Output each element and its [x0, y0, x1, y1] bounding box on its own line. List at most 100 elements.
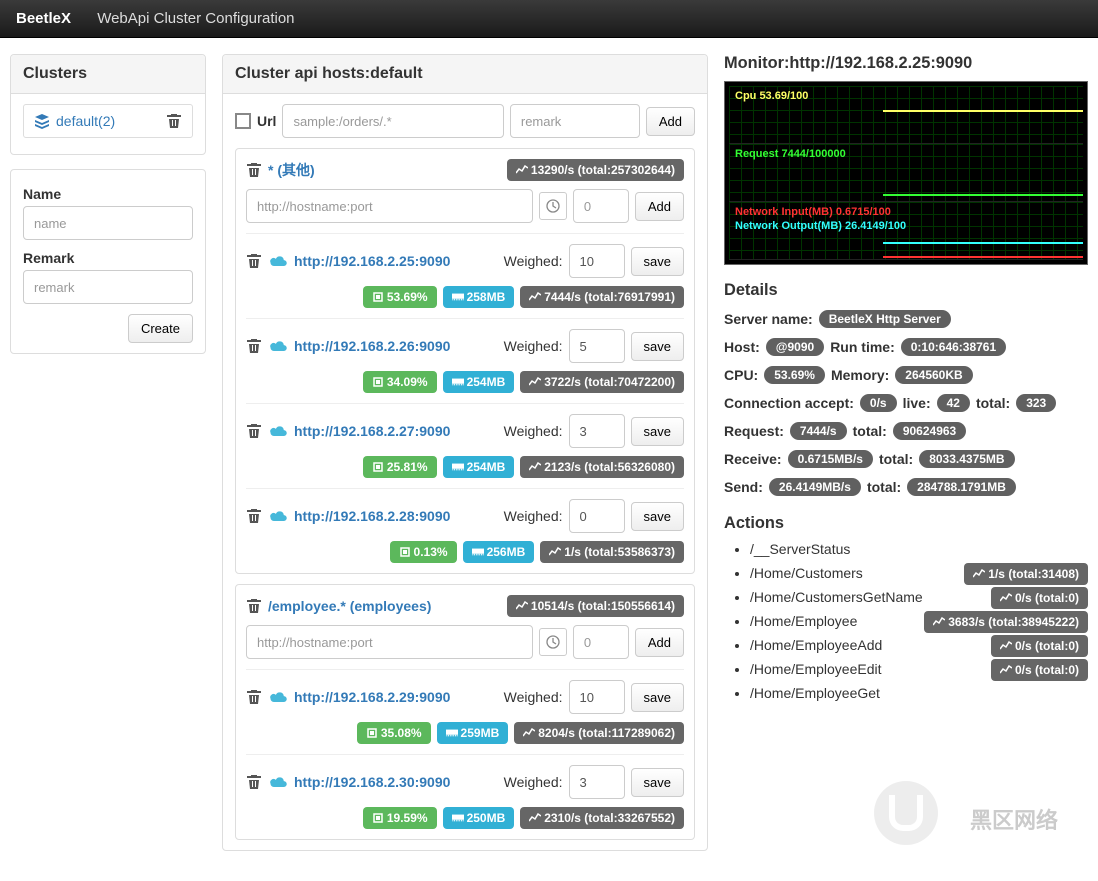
- checkbox-icon[interactable]: [235, 113, 251, 129]
- weight-input[interactable]: [569, 414, 625, 448]
- traffic-badge: 2123/s (total:56326080): [520, 456, 684, 478]
- create-button[interactable]: Create: [128, 314, 193, 343]
- host-url[interactable]: http://192.168.2.30:9090: [294, 774, 450, 790]
- hostname-input[interactable]: [246, 189, 533, 223]
- remark-input[interactable]: [23, 270, 193, 304]
- host-url[interactable]: http://192.168.2.29:9090: [294, 689, 450, 705]
- action-item: /Home/Customers1/s (total:31408): [750, 565, 1088, 581]
- brand: BeetleX: [16, 10, 71, 27]
- cloud-icon: [268, 774, 288, 790]
- trash-icon[interactable]: [246, 162, 262, 178]
- weight-new-input[interactable]: [573, 625, 629, 659]
- group-title[interactable]: * (其他): [268, 160, 315, 180]
- receive-rate: 0.6715MB/s: [788, 450, 873, 468]
- memory-value: 264560KB: [895, 366, 972, 384]
- group-title[interactable]: /employee.* (employees): [268, 598, 431, 614]
- save-button[interactable]: save: [631, 683, 684, 712]
- request-rate: 7444/s: [790, 422, 847, 440]
- server-name-label: Server name:: [724, 311, 813, 327]
- send-rate: 26.4149MB/s: [769, 478, 861, 496]
- mem-badge: 254MB: [443, 456, 515, 478]
- group-stats: 10514/s (total:150556614): [507, 595, 684, 617]
- watermark-text: 黑区网络: [970, 803, 1058, 835]
- name-label: Name: [23, 186, 193, 202]
- monitor-request-label: Request 7444/100000: [735, 148, 846, 160]
- url-input[interactable]: [282, 104, 503, 138]
- weight-input[interactable]: [569, 244, 625, 278]
- save-button[interactable]: save: [631, 332, 684, 361]
- action-item: /__ServerStatus: [750, 541, 1088, 557]
- details-heading: Details: [724, 281, 1088, 300]
- save-button[interactable]: save: [631, 768, 684, 797]
- add-url-button[interactable]: Add: [646, 107, 695, 136]
- chart-icon: [523, 728, 535, 738]
- host-url[interactable]: http://192.168.2.25:9090: [294, 253, 450, 269]
- cpu-badge: 19.59%: [363, 807, 437, 829]
- hosts-panel: Cluster api hosts:default Url Add * (其他)…: [222, 54, 708, 851]
- send-total-label: total:: [867, 479, 901, 495]
- conn-total-label: total:: [976, 395, 1010, 411]
- conn-label: Connection accept:: [724, 395, 854, 411]
- trash-icon[interactable]: [246, 689, 262, 705]
- chart-icon: [549, 547, 561, 557]
- request-total: 90624963: [893, 422, 966, 440]
- host-value: @9090: [766, 338, 824, 356]
- add-host-button[interactable]: Add: [635, 628, 684, 657]
- send-total: 284788.1791MB: [907, 478, 1016, 496]
- trash-icon[interactable]: [246, 598, 262, 614]
- chip-icon: [366, 727, 378, 739]
- clock-icon[interactable]: [539, 628, 567, 656]
- traffic-badge: 7444/s (total:76917991): [520, 286, 684, 308]
- host-url[interactable]: http://192.168.2.26:9090: [294, 338, 450, 354]
- save-button[interactable]: save: [631, 247, 684, 276]
- url-remark-input[interactable]: [510, 104, 640, 138]
- trash-icon[interactable]: [166, 113, 182, 129]
- chip-icon: [372, 461, 384, 473]
- chart-icon: [516, 601, 528, 611]
- runtime-value: 0:10:646:38761: [901, 338, 1006, 356]
- actions-heading: Actions: [724, 514, 1088, 533]
- host-url[interactable]: http://192.168.2.28:9090: [294, 508, 450, 524]
- trash-icon[interactable]: [246, 508, 262, 524]
- trash-icon[interactable]: [246, 253, 262, 269]
- weighed-label: Weighed:: [504, 508, 563, 524]
- cloud-icon: [268, 689, 288, 705]
- navbar: BeetleX WebApi Cluster Configuration: [0, 0, 1098, 38]
- trash-icon[interactable]: [246, 338, 262, 354]
- action-path: /Home/Customers: [750, 565, 863, 581]
- chart-icon: [529, 377, 541, 387]
- action-item: /Home/CustomersGetName0/s (total:0): [750, 589, 1088, 605]
- host-group: /employee.* (employees) 10514/s (total:1…: [235, 584, 695, 840]
- weight-input[interactable]: [569, 680, 625, 714]
- memory-icon: [452, 376, 464, 388]
- action-path: /__ServerStatus: [750, 541, 850, 557]
- clusters-panel: Clusters default(2): [10, 54, 206, 155]
- weighed-label: Weighed:: [504, 423, 563, 439]
- save-button[interactable]: save: [631, 417, 684, 446]
- chart-icon: [933, 617, 945, 627]
- name-input[interactable]: [23, 206, 193, 240]
- weight-input[interactable]: [569, 329, 625, 363]
- hostname-input[interactable]: [246, 625, 533, 659]
- conn-total: 323: [1016, 394, 1056, 412]
- monitor-heading: Monitor:http://192.168.2.25:9090: [724, 54, 1088, 73]
- clock-icon[interactable]: [539, 192, 567, 220]
- host-url[interactable]: http://192.168.2.27:9090: [294, 423, 450, 439]
- create-cluster-panel: Name Remark Create: [10, 169, 206, 354]
- save-button[interactable]: save: [631, 502, 684, 531]
- chip-icon: [372, 812, 384, 824]
- navbar-subtitle: WebApi Cluster Configuration: [97, 10, 294, 27]
- cluster-label: default(2): [56, 113, 115, 129]
- monitor-graph: Cpu 53.69/100 Request 7444/100000 Networ…: [724, 81, 1088, 265]
- weight-new-input[interactable]: [573, 189, 629, 223]
- trash-icon[interactable]: [246, 774, 262, 790]
- trash-icon[interactable]: [246, 423, 262, 439]
- add-host-button[interactable]: Add: [635, 192, 684, 221]
- traffic-badge: 1/s (total:53586373): [540, 541, 684, 563]
- monitor-netin-label: Network Input(MB) 0.6715/100: [735, 206, 891, 218]
- cluster-item[interactable]: default(2): [23, 104, 193, 138]
- weight-input[interactable]: [569, 499, 625, 533]
- weight-input[interactable]: [569, 765, 625, 799]
- action-stats: 0/s (total:0): [991, 659, 1088, 681]
- mem-badge: 254MB: [443, 371, 515, 393]
